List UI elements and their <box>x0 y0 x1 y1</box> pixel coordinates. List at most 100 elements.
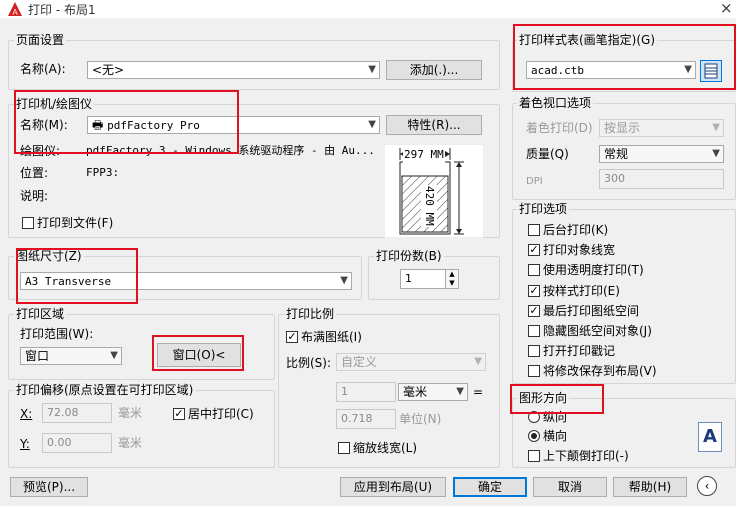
spin-up-icon[interactable]: ▲ <box>446 270 458 279</box>
scale-unit-value: 毫米 <box>403 385 428 399</box>
center-plot-label: 居中打印(C) <box>188 407 254 421</box>
window-title: 打印 - 布局1 <box>28 3 96 17</box>
plot-offset-group <box>8 390 275 468</box>
plot-option-checkbox[interactable] <box>528 365 540 378</box>
copies-spinner[interactable]: ▲ ▼ <box>445 269 459 289</box>
highlight-plot-style <box>513 24 736 90</box>
quality-value: 常规 <box>604 147 629 161</box>
cancel-button[interactable]: 取消 <box>533 477 607 497</box>
equals-sign: = <box>473 385 484 399</box>
scale-value1-input[interactable]: 1 <box>336 382 396 402</box>
highlight-printer <box>14 90 239 154</box>
collapse-chevron-icon[interactable]: ‹ <box>697 476 717 496</box>
plot-option-label: 打开打印戳记 <box>543 344 616 359</box>
fit-to-paper-checkbox[interactable]: ✓ <box>286 331 298 343</box>
page-setup-select[interactable]: <无> ▼ <box>87 61 380 79</box>
chevron-down-icon: ▼ <box>712 148 720 159</box>
spin-down-icon[interactable]: ▼ <box>446 279 458 288</box>
location-label: 位置: <box>20 166 49 180</box>
offset-x-unit: 毫米 <box>118 406 143 420</box>
plot-scale-group-label: 打印比例 <box>284 307 337 321</box>
shaded-viewport-group-label: 着色视口选项 <box>517 96 594 110</box>
plot-option-label: 使用透明度打印(T) <box>543 263 644 278</box>
page-setup-name-label: 名称(A): <box>20 62 66 76</box>
plot-option-checkbox[interactable] <box>528 224 540 236</box>
chevron-down-icon: ▼ <box>368 119 376 130</box>
offset-x-input[interactable]: 72.08 <box>42 403 112 423</box>
plot-option-label: 打印对象线宽 <box>543 243 616 258</box>
scale-unit-select[interactable]: 毫米 ▼ <box>398 383 468 401</box>
chevron-down-icon: ▼ <box>712 122 720 133</box>
title-bar <box>0 0 736 18</box>
plot-option-label: 最后打印图纸空间 <box>543 303 640 318</box>
center-plot-checkbox[interactable]: ✓ <box>173 408 185 420</box>
quality-label: 质量(Q) <box>526 147 569 161</box>
plot-range-value: 窗口 <box>25 349 50 363</box>
plot-option-label: 后台打印(K) <box>543 223 609 237</box>
offset-x-label: X: <box>20 407 33 421</box>
scale-lineweights-checkbox[interactable] <box>338 442 350 454</box>
chevron-down-icon: ▼ <box>368 64 376 75</box>
plot-range-select[interactable]: 窗口 ▼ <box>20 347 122 365</box>
chevron-down-icon: ▼ <box>340 275 348 286</box>
highlight-paper-size <box>16 248 138 304</box>
location-value: FPP3: <box>86 166 120 179</box>
plot-option-checkbox[interactable]: ✓ <box>528 244 540 257</box>
shaded-plot-select[interactable]: 按显示 ▼ <box>599 119 724 137</box>
plot-option-checkbox[interactable] <box>528 325 540 337</box>
plot-options-group-label: 打印选项 <box>517 202 570 216</box>
offset-y-input[interactable]: 0.00 <box>42 433 112 453</box>
description-label: 说明: <box>20 189 49 203</box>
shaded-plot-label: 着色打印(D) <box>526 121 593 135</box>
plot-option-checkbox[interactable] <box>528 345 540 358</box>
dpi-input[interactable]: 300 <box>599 169 724 189</box>
print-to-file-checkbox[interactable] <box>22 217 34 229</box>
scale-unit2-label: 单位(N) <box>399 412 442 426</box>
print-to-file-label: 打印到文件(F) <box>37 216 114 230</box>
upside-down-checkbox[interactable] <box>528 450 540 462</box>
paper-height-label: 420 MM <box>421 185 437 227</box>
chevron-down-icon: ▼ <box>474 356 482 367</box>
copies-input[interactable]: 1 <box>400 269 446 289</box>
ok-button[interactable]: 确定 <box>453 477 527 497</box>
scale-label: 比例(S): <box>286 356 332 370</box>
plot-option-checkbox[interactable]: ✓ <box>528 284 540 297</box>
highlight-orientation <box>510 384 604 414</box>
add-page-setup-button[interactable]: 添加(.)... <box>386 60 482 80</box>
plot-area-group-label: 打印区域 <box>14 307 67 321</box>
help-button[interactable]: 帮助(H) <box>613 477 687 497</box>
close-icon[interactable]: × <box>720 0 733 17</box>
apply-to-layout-button[interactable]: 应用到布局(U) <box>340 477 446 497</box>
printer-properties-button[interactable]: 特性(R)... <box>386 115 482 135</box>
orientation-preview-icon: A <box>698 422 722 452</box>
quality-select[interactable]: 常规 ▼ <box>599 145 724 163</box>
scale-lineweights-label: 缩放线宽(L) <box>353 441 418 455</box>
svg-text:A: A <box>12 8 18 16</box>
highlight-window-button <box>152 335 244 371</box>
autocad-icon: A <box>8 2 22 16</box>
paper-width-label: 297 MM <box>403 147 445 163</box>
landscape-radio[interactable] <box>528 430 540 442</box>
landscape-label: 横向 <box>543 429 568 443</box>
offset-y-unit: 毫米 <box>118 436 143 450</box>
scale-select[interactable]: 自定义 ▼ <box>336 353 486 371</box>
dpi-label: DPI <box>526 176 543 187</box>
scale-value: 自定义 <box>341 355 378 369</box>
shaded-plot-value: 按显示 <box>604 121 641 135</box>
preview-button[interactable]: 预览(P)... <box>10 477 88 497</box>
page-setup-group-label: 页面设置 <box>14 33 67 47</box>
plot-offset-group-label: 打印偏移(原点设置在可打印区域) <box>14 383 196 397</box>
page-setup-value: <无> <box>92 63 125 77</box>
copies-group-label: 打印份数(B) <box>374 249 444 263</box>
plot-range-label: 打印范围(W): <box>20 327 94 341</box>
scale-value2-input[interactable]: 0.718 <box>336 409 396 429</box>
plot-option-checkbox[interactable] <box>528 264 540 277</box>
offset-y-label: Y: <box>20 437 30 451</box>
plot-option-label: 隐藏图纸空间对象(J) <box>543 324 652 338</box>
chevron-down-icon: ▼ <box>456 386 464 397</box>
chevron-down-icon: ▼ <box>110 350 118 361</box>
plot-option-label: 将修改保存到布局(V) <box>543 364 657 379</box>
plot-option-label: 按样式打印(E) <box>543 283 620 298</box>
upside-down-label: 上下颠倒打印(-) <box>543 449 629 463</box>
plot-option-checkbox[interactable]: ✓ <box>528 304 540 317</box>
